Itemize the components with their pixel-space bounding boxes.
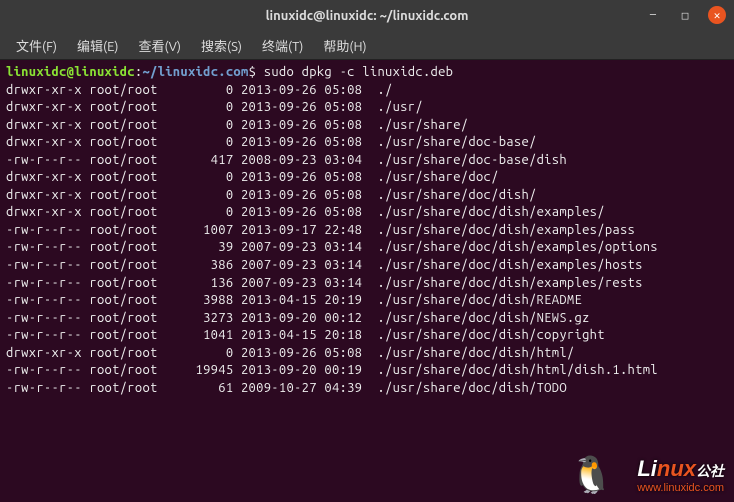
- menu-edit[interactable]: 编辑(E): [69, 34, 126, 57]
- command-text: sudo dpkg -c linuxidc.deb: [264, 65, 454, 79]
- file-listing-row: drwxr-xr-x root/root 0 2013-09-26 05:08 …: [6, 82, 728, 100]
- file-listing-row: drwxr-xr-x root/root 0 2013-09-26 05:08 …: [6, 169, 728, 187]
- file-listing-row: drwxr-xr-x root/root 0 2013-09-26 05:08 …: [6, 117, 728, 135]
- file-listing-row: -rw-r--r-- root/root 3273 2013-09-20 00:…: [6, 310, 728, 328]
- file-listing-row: drwxr-xr-x root/root 0 2013-09-26 05:08 …: [6, 134, 728, 152]
- file-listing-row: drwxr-xr-x root/root 0 2013-09-26 05:08 …: [6, 345, 728, 363]
- menu-terminal[interactable]: 终端(T): [254, 34, 311, 57]
- file-listing-row: -rw-r--r-- root/root 61 2009-10-27 04:39…: [6, 380, 728, 398]
- window-controls: — □ ✕: [644, 6, 726, 24]
- maximize-button[interactable]: □: [676, 6, 694, 24]
- menu-view[interactable]: 查看(V): [131, 34, 189, 57]
- file-listing-row: -rw-r--r-- root/root 3988 2013-04-15 20:…: [6, 292, 728, 310]
- menubar: 文件(F) 编辑(E) 查看(V) 搜索(S) 终端(T) 帮助(H): [0, 32, 734, 60]
- minimize-button[interactable]: —: [644, 6, 662, 24]
- menu-file[interactable]: 文件(F): [8, 34, 65, 57]
- file-listing-row: drwxr-xr-x root/root 0 2013-09-26 05:08 …: [6, 99, 728, 117]
- window-title: linuxidc@linuxidc: ~/linuxidc.com: [266, 9, 469, 23]
- file-listing-row: -rw-r--r-- root/root 39 2007-09-23 03:14…: [6, 239, 728, 257]
- prompt-path: ~/linuxidc.com: [142, 65, 248, 79]
- prompt-dollar: $: [249, 65, 264, 79]
- file-listing-row: -rw-r--r-- root/root 417 2008-09-23 03:0…: [6, 152, 728, 170]
- file-listing-row: drwxr-xr-x root/root 0 2013-09-26 05:08 …: [6, 187, 728, 205]
- file-listing-row: -rw-r--r-- root/root 19945 2013-09-20 00…: [6, 362, 728, 380]
- terminal-output[interactable]: linuxidc@linuxidc:~/linuxidc.com$ sudo d…: [0, 60, 734, 502]
- file-listing-row: drwxr-xr-x root/root 0 2013-09-26 05:08 …: [6, 204, 728, 222]
- file-listing-row: -rw-r--r-- root/root 136 2007-09-23 03:1…: [6, 275, 728, 293]
- file-listing-row: -rw-r--r-- root/root 1007 2013-09-17 22:…: [6, 222, 728, 240]
- file-listing-row: -rw-r--r-- root/root 386 2007-09-23 03:1…: [6, 257, 728, 275]
- file-listing-row: -rw-r--r-- root/root 1041 2013-04-15 20:…: [6, 327, 728, 345]
- prompt-user: linuxidc@linuxidc: [6, 65, 135, 79]
- titlebar: linuxidc@linuxidc: ~/linuxidc.com — □ ✕: [0, 0, 734, 32]
- close-button[interactable]: ✕: [708, 6, 726, 24]
- menu-help[interactable]: 帮助(H): [315, 34, 374, 57]
- menu-search[interactable]: 搜索(S): [193, 34, 250, 57]
